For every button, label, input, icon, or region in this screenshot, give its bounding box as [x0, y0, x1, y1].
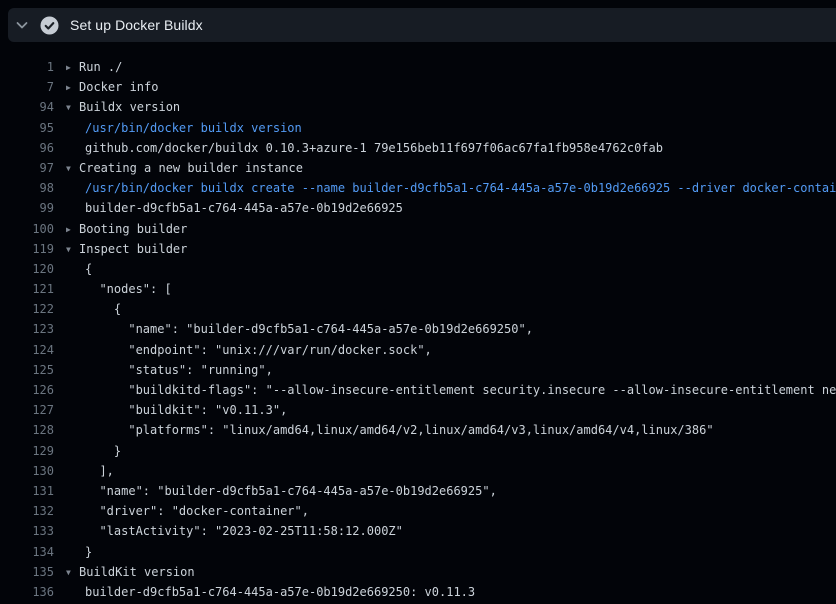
output-text: "buildkitd-flags": "--allow-insecure-ent… [85, 380, 836, 400]
group-title: Creating a new builder instance [79, 161, 303, 175]
line-number[interactable]: 121 [0, 279, 54, 299]
line-number[interactable]: 130 [0, 461, 54, 481]
line-number[interactable]: 96 [0, 138, 54, 158]
command-text: /usr/bin/docker buildx version [85, 118, 302, 138]
line-number[interactable]: 122 [0, 299, 54, 319]
actions-log-panel: Set up Docker Buildx 1▶Run ./7▶Docker in… [0, 0, 836, 604]
log-row: 129 } [0, 441, 836, 461]
group-title: Inspect builder [79, 242, 187, 256]
output-text: "platforms": "linux/amd64,linux/amd64/v2… [85, 420, 714, 440]
output-text: } [85, 542, 92, 562]
output-text: { [85, 259, 92, 279]
log-row: 122 { [0, 299, 836, 319]
log-row: 132 "driver": "docker-container", [0, 501, 836, 521]
log-row: 126 "buildkitd-flags": "--allow-insecure… [0, 380, 836, 400]
triangle-down-icon[interactable]: ▼ [66, 98, 79, 118]
triangle-right-icon[interactable]: ▶ [66, 78, 79, 98]
line-number[interactable]: 1 [0, 57, 54, 77]
triangle-down-icon[interactable]: ▼ [66, 240, 79, 260]
triangle-down-icon[interactable]: ▼ [66, 159, 79, 179]
output-text: "buildkit": "v0.11.3", [85, 400, 287, 420]
triangle-right-icon[interactable]: ▶ [66, 58, 79, 78]
log-row: 124 "endpoint": "unix:///var/run/docker.… [0, 340, 836, 360]
line-number[interactable]: 120 [0, 259, 54, 279]
output-text: "status": "running", [85, 360, 273, 380]
log-row: 96 github.com/docker/buildx 0.10.3+azure-… [0, 138, 836, 158]
output-text: "name": "builder-d9cfb5a1-c764-445a-a57e… [85, 481, 497, 501]
line-number[interactable]: 134 [0, 542, 54, 562]
line-number[interactable]: 125 [0, 360, 54, 380]
triangle-down-icon[interactable]: ▼ [66, 563, 79, 583]
line-number[interactable]: 99 [0, 198, 54, 218]
step-header[interactable]: Set up Docker Buildx [8, 8, 836, 42]
step-title: Set up Docker Buildx [70, 17, 203, 33]
log-row: 128 "platforms": "linux/amd64,linux/amd6… [0, 420, 836, 440]
line-number[interactable]: 133 [0, 521, 54, 541]
triangle-right-icon[interactable]: ▶ [66, 220, 79, 240]
output-text: "nodes": [ [85, 279, 172, 299]
log-row: 131 "name": "builder-d9cfb5a1-c764-445a-… [0, 481, 836, 501]
line-number[interactable]: 94 [0, 97, 54, 117]
line-number[interactable]: 129 [0, 441, 54, 461]
log-row: 120 { [0, 259, 836, 279]
line-number[interactable]: 128 [0, 420, 54, 440]
line-number[interactable]: 136 [0, 582, 54, 602]
log-row: 130 ], [0, 461, 836, 481]
log-row: 127 "buildkit": "v0.11.3", [0, 400, 836, 420]
line-number[interactable]: 7 [0, 77, 54, 97]
log-lines: 1▶Run ./7▶Docker info94▼Buildx version95… [0, 57, 836, 604]
chevron-down-icon[interactable] [14, 17, 30, 33]
log-group-row[interactable]: 1 ▶Run ./ [0, 57, 836, 77]
log-row: 121 "nodes": [ [0, 279, 836, 299]
output-text: { [85, 299, 121, 319]
log-row: 134} [0, 542, 836, 562]
group-title: Docker info [79, 80, 158, 94]
line-number[interactable]: 119 [0, 239, 54, 259]
output-text: builder-d9cfb5a1-c764-445a-a57e-0b19d2e6… [85, 198, 403, 218]
group-title: Booting builder [79, 222, 187, 236]
line-number[interactable]: 97 [0, 158, 54, 178]
line-number[interactable]: 100 [0, 219, 54, 239]
line-number[interactable]: 124 [0, 340, 54, 360]
line-number[interactable]: 135 [0, 562, 54, 582]
log-group-row[interactable]: 100 ▶Booting builder [0, 219, 836, 239]
log-group-row[interactable]: 97 ▼Creating a new builder instance [0, 158, 836, 178]
log-row: 125 "status": "running", [0, 360, 836, 380]
line-number[interactable]: 131 [0, 481, 54, 501]
log-group-row[interactable]: 7 ▶Docker info [0, 77, 836, 97]
log-row: 133 "lastActivity": "2023-02-25T11:58:12… [0, 521, 836, 541]
group-title: BuildKit version [79, 565, 195, 579]
line-number[interactable]: 126 [0, 380, 54, 400]
log-group-row[interactable]: 94 ▼Buildx version [0, 97, 836, 117]
output-text: "name": "builder-d9cfb5a1-c764-445a-a57e… [85, 319, 533, 339]
group-title: Run ./ [79, 60, 122, 74]
line-number[interactable]: 127 [0, 400, 54, 420]
output-text: github.com/docker/buildx 0.10.3+azure-1 … [85, 138, 663, 158]
output-text: ], [85, 461, 114, 481]
line-number[interactable]: 123 [0, 319, 54, 339]
output-text: "driver": "docker-container", [85, 501, 309, 521]
log-row: 95/usr/bin/docker buildx version [0, 118, 836, 138]
line-number[interactable]: 95 [0, 118, 54, 138]
check-circle-icon [40, 16, 59, 35]
log-row: 123 "name": "builder-d9cfb5a1-c764-445a-… [0, 319, 836, 339]
log-group-row[interactable]: 119 ▼Inspect builder [0, 239, 836, 259]
line-number[interactable]: 98 [0, 178, 54, 198]
output-text: "lastActivity": "2023-02-25T11:58:12.000… [85, 521, 403, 541]
output-text: } [85, 441, 121, 461]
line-number[interactable]: 132 [0, 501, 54, 521]
log-row: 99 builder-d9cfb5a1-c764-445a-a57e-0b19d2… [0, 198, 836, 218]
command-text: /usr/bin/docker buildx create --name bui… [85, 178, 836, 198]
log-row: 98/usr/bin/docker buildx create --name b… [0, 178, 836, 198]
log-group-row[interactable]: 135 ▼BuildKit version [0, 562, 836, 582]
group-title: Buildx version [79, 100, 180, 114]
output-text: "endpoint": "unix:///var/run/docker.sock… [85, 340, 432, 360]
log-row: 136 builder-d9cfb5a1-c764-445a-a57e-0b19d… [0, 582, 836, 602]
output-text: builder-d9cfb5a1-c764-445a-a57e-0b19d2e6… [85, 582, 475, 602]
